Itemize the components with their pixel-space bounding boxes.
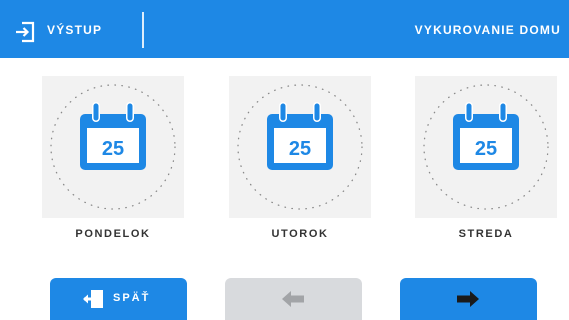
day-label: STREDA <box>458 228 514 240</box>
day-tile-background: 25 <box>42 76 184 218</box>
day-tile-pondelok[interactable]: 25 PONDELOK <box>42 76 184 251</box>
back-button[interactable]: SPÄŤ <box>50 278 187 320</box>
exit-icon <box>16 21 35 43</box>
previous-button[interactable] <box>225 278 362 320</box>
day-label: PONDELOK <box>75 228 151 240</box>
next-button[interactable] <box>400 278 537 320</box>
day-tile-background: 25 <box>415 76 557 218</box>
calendar-day-number: 25 <box>289 138 311 160</box>
exit-label: VÝSTUP <box>47 23 103 37</box>
day-label: UTOROK <box>271 228 329 240</box>
page-title: VYKUROVANIE DOMU <box>414 23 561 37</box>
arrow-right-icon <box>457 291 479 307</box>
header-divider <box>142 12 144 48</box>
day-tile-utorok[interactable]: 25 UTOROK <box>229 76 371 251</box>
arrow-left-icon <box>282 291 304 307</box>
header-bar: VÝSTUP VYKUROVANIE DOMU <box>0 0 569 58</box>
day-tile-background: 25 <box>229 76 371 218</box>
back-label: SPÄŤ <box>113 292 151 304</box>
calendar-icon: 25 <box>80 102 146 170</box>
door-exit-icon <box>83 290 103 308</box>
calendar-icon: 25 <box>267 102 333 170</box>
calendar-day-number: 25 <box>102 138 124 160</box>
exit-button[interactable]: VÝSTUP <box>0 0 142 58</box>
calendar-icon: 25 <box>453 102 519 170</box>
calendar-day-number: 25 <box>475 138 497 160</box>
day-tile-streda[interactable]: 25 STREDA <box>415 76 557 251</box>
